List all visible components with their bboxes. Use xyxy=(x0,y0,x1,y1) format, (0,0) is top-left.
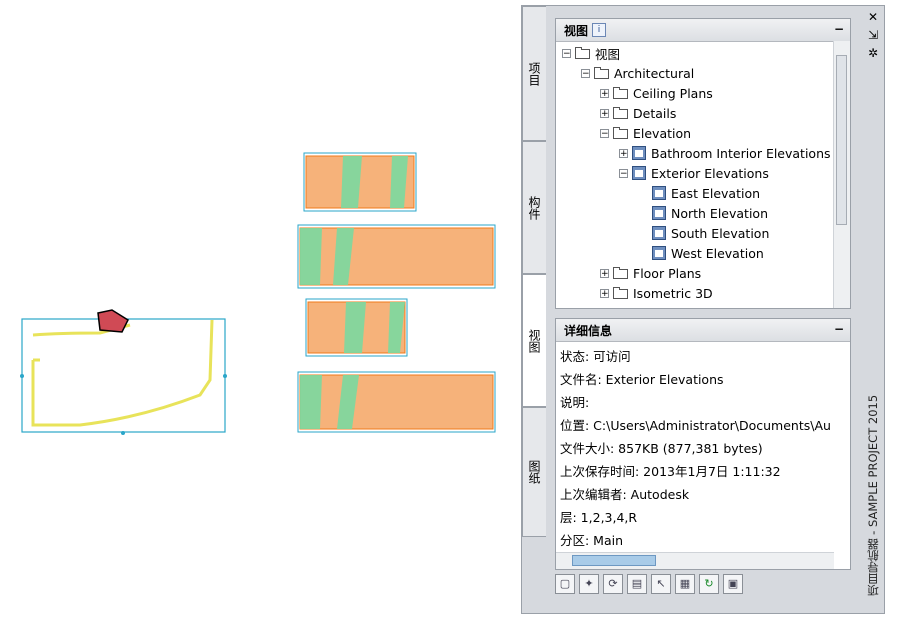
minimize-button[interactable]: − xyxy=(834,322,844,336)
folder-icon xyxy=(613,107,629,119)
view-group-icon xyxy=(632,146,646,160)
elevation-view-icon xyxy=(652,206,666,220)
properties-icon[interactable]: ✲ xyxy=(866,46,880,60)
tab-project[interactable]: 项目 xyxy=(522,6,546,141)
detail-row: 文件大小: 857KB (877,381 bytes) xyxy=(560,441,763,456)
tree-node[interactable]: + Bathroom Interior Elevations xyxy=(619,143,831,163)
tree-node[interactable]: − 视图 xyxy=(562,43,620,63)
detail-row: 上次编辑者: Autodesk xyxy=(560,487,690,502)
views-scrollbar[interactable] xyxy=(833,41,850,308)
document-icon[interactable]: ▣ xyxy=(723,574,743,594)
palette-title: 项目导航器 - SAMPLE PROJECT 2015 xyxy=(866,394,880,596)
close-icon[interactable]: ✕ xyxy=(866,10,880,24)
tree-node[interactable]: − Elevation xyxy=(600,123,691,143)
clipboard-icon[interactable]: ▤ xyxy=(627,574,647,594)
detail-row: 状态: 可访问 xyxy=(560,349,631,364)
minimize-button[interactable]: − xyxy=(834,22,844,36)
tab-constructs[interactable]: 构件 xyxy=(522,141,546,274)
palette-tabs: 项目 构件 视图 图纸 xyxy=(522,6,546,613)
new-section-icon[interactable]: ✦ xyxy=(579,574,599,594)
details-panel-title: 详细信息 xyxy=(564,323,613,338)
tree-node[interactable]: West Elevation xyxy=(652,243,764,263)
regenerate-icon[interactable]: ⟳ xyxy=(603,574,623,594)
select-icon[interactable]: ↖ xyxy=(651,574,671,594)
autohide-icon[interactable]: ⇲ xyxy=(866,28,880,42)
tab-sheets[interactable]: 图纸 xyxy=(522,407,546,537)
project-navigator-palette: 项目 构件 视图 图纸 视图 i − − 视图 − Architectural + C… xyxy=(521,5,885,614)
view-group-icon xyxy=(632,166,646,180)
tree-node[interactable]: North Elevation xyxy=(652,203,768,223)
detail-row: 分区: Main xyxy=(560,533,624,548)
tree-node[interactable]: + Ceiling Plans xyxy=(600,83,713,103)
table-icon[interactable]: ▦ xyxy=(675,574,695,594)
views-tree: − 视图 − Architectural + Ceiling Plans + Detai… xyxy=(556,41,834,308)
folder-open-icon xyxy=(594,67,610,79)
elevation-view-icon xyxy=(652,226,666,240)
views-panel: 视图 i − − 视图 − Architectural + Ceiling Plans… xyxy=(555,18,851,309)
folder-icon xyxy=(613,287,629,299)
views-panel-header: 视图 i − xyxy=(556,19,850,42)
detail-row: 上次保存时间: 2013年1月7日 1:11:32 xyxy=(560,464,781,479)
refresh-icon[interactable]: ↻ xyxy=(699,574,719,594)
new-view-icon[interactable]: ▢ xyxy=(555,574,575,594)
tree-node[interactable]: + Isometric 3D xyxy=(600,283,713,303)
elevation-view-icon xyxy=(652,246,666,260)
drawing-svg xyxy=(20,152,496,435)
tab-views[interactable]: 视图 xyxy=(522,274,546,407)
info-icon[interactable]: i xyxy=(592,23,607,37)
folder-open-icon xyxy=(613,127,629,139)
detail-row: 位置: C:\Users\Administrator\Documents\Aut… xyxy=(560,418,830,433)
folder-icon xyxy=(613,267,629,279)
details-hscrollbar[interactable] xyxy=(556,552,834,569)
views-panel-title: 视图 xyxy=(564,23,589,38)
tree-node[interactable]: − Exterior Elevations xyxy=(619,163,769,183)
detail-row: 说明: xyxy=(560,395,590,410)
tree-node[interactable]: + Details xyxy=(600,103,676,123)
details-panel-header: 详细信息 − xyxy=(556,319,850,342)
drawing-canvas[interactable] xyxy=(0,0,520,629)
tree-node[interactable]: South Elevation xyxy=(652,223,769,243)
detail-row: 文件名: Exterior Elevations xyxy=(560,372,724,387)
elevation-view-icon xyxy=(652,186,666,200)
details-panel: 详细信息 − 状态: 可访问 文件名: Exterior Elevations … xyxy=(555,318,851,570)
views-toolbar: ▢ ✦ ⟳ ▤ ↖ ▦ ↻ ▣ xyxy=(555,574,743,600)
palette-side-strip: ✕ ⇲ ✲ 项目导航器 - SAMPLE PROJECT 2015 xyxy=(862,6,884,613)
folder-open-icon xyxy=(575,47,591,59)
tree-node[interactable]: + Floor Plans xyxy=(600,263,701,283)
scroll-thumb[interactable] xyxy=(572,555,656,566)
tree-node[interactable]: East Elevation xyxy=(652,183,760,203)
scroll-thumb[interactable] xyxy=(836,55,847,225)
tree-node[interactable]: − Architectural xyxy=(581,63,694,83)
detail-row: 层: 1,2,3,4,R xyxy=(560,510,638,525)
folder-icon xyxy=(613,87,629,99)
